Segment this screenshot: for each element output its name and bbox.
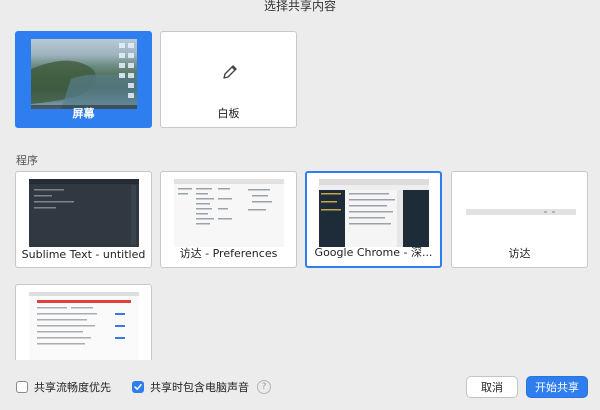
finder-preferences-thumbnail <box>174 179 284 247</box>
app-tile-browser[interactable] <box>15 284 152 360</box>
help-icon[interactable]: ? <box>257 380 271 394</box>
sublime-thumbnail <box>29 179 139 247</box>
app-tile-finder-label: 访达 <box>508 247 531 260</box>
start-sharing-button[interactable]: 开始共享 <box>526 376 588 398</box>
chrome-thumbnail <box>319 179 429 247</box>
app-tile-finder[interactable]: 访达 <box>451 171 588 268</box>
finder-thumbnail <box>466 209 576 215</box>
share-whiteboard-tile[interactable]: 白板 <box>160 31 297 128</box>
optimize-label: 共享流畅度优先 <box>34 381 111 394</box>
app-tile-sublime-label: Sublime Text - untitled <box>21 248 146 261</box>
share-screen-tile[interactable]: 屏幕 <box>15 31 152 128</box>
share-screen-label: 屏幕 <box>72 107 95 120</box>
cancel-button[interactable]: 取消 <box>466 376 518 398</box>
include-audio-checkbox[interactable]: 共享时包含电脑声音 ? <box>132 379 271 395</box>
app-tile-chrome[interactable]: Google Chrome - 深... <box>305 171 442 268</box>
app-tile-finder-preferences-label: 访达 - Preferences <box>179 247 278 260</box>
optimize-checkbox-box[interactable] <box>16 381 28 393</box>
programs-section-label: 程序 <box>16 154 38 167</box>
share-whiteboard-label: 白板 <box>217 107 240 120</box>
checkmark-icon <box>134 384 142 390</box>
dialog-title: 选择共享内容 <box>263 0 336 13</box>
pencil-icon <box>220 62 240 82</box>
optimize-smoothness-checkbox[interactable]: 共享流畅度优先 <box>16 379 111 395</box>
app-tile-chrome-label: Google Chrome - 深... <box>314 246 433 259</box>
audio-label: 共享时包含电脑声音 <box>150 381 249 394</box>
desktop-thumbnail <box>31 39 137 109</box>
app-tile-sublime[interactable]: Sublime Text - untitled <box>15 171 152 268</box>
browser-thumbnail <box>29 292 139 360</box>
app-tile-finder-preferences[interactable]: 访达 - Preferences <box>160 171 297 268</box>
audio-checkbox-box[interactable] <box>132 381 144 393</box>
